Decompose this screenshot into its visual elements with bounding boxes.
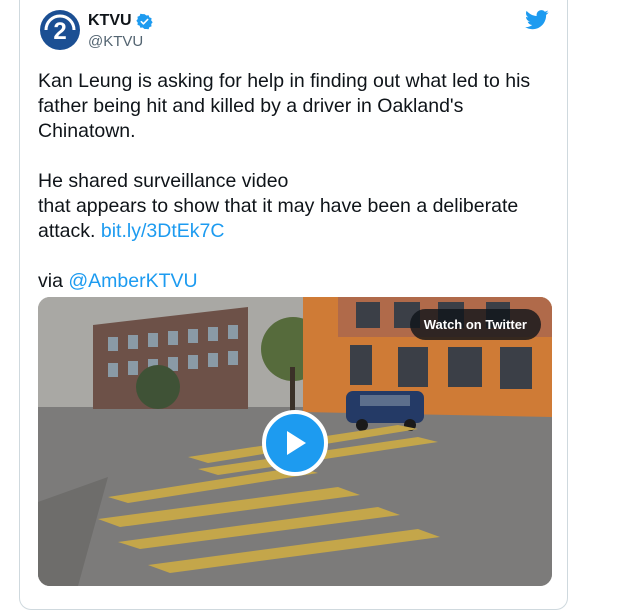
verified-badge-icon — [135, 13, 153, 29]
tweet-paragraph-2-line-1: He shared surveillance video — [38, 170, 289, 192]
ktvu-logo-icon[interactable]: 2 — [40, 10, 80, 50]
play-icon — [287, 431, 306, 455]
author-name-row[interactable]: KTVU — [88, 12, 153, 30]
tweet-text: Kan Leung is asking for help in finding … — [38, 69, 558, 294]
tweet-paragraph-2-line-2: that appears to show that it may have be… — [38, 195, 519, 242]
play-button[interactable] — [262, 410, 328, 476]
twitter-bird-icon[interactable] — [525, 10, 549, 30]
author-handle[interactable]: @KTVU — [88, 33, 143, 50]
shortened-link[interactable]: bit.ly/3DtEk7C — [101, 220, 225, 242]
tweet-card[interactable]: 2 KTVU @KTVU Kan Leung is asking for hel… — [19, 0, 568, 610]
author-name[interactable]: KTVU — [88, 12, 132, 30]
svg-text:2: 2 — [53, 18, 66, 45]
mention-link[interactable]: @AmberKTVU — [68, 270, 197, 292]
video-thumbnail[interactable]: Watch on Twitter — [38, 297, 552, 586]
watch-on-twitter-button[interactable]: Watch on Twitter — [409, 309, 541, 340]
tweet-paragraph-1: Kan Leung is asking for help in finding … — [38, 70, 531, 142]
via-line: via @AmberKTVU — [38, 270, 198, 292]
